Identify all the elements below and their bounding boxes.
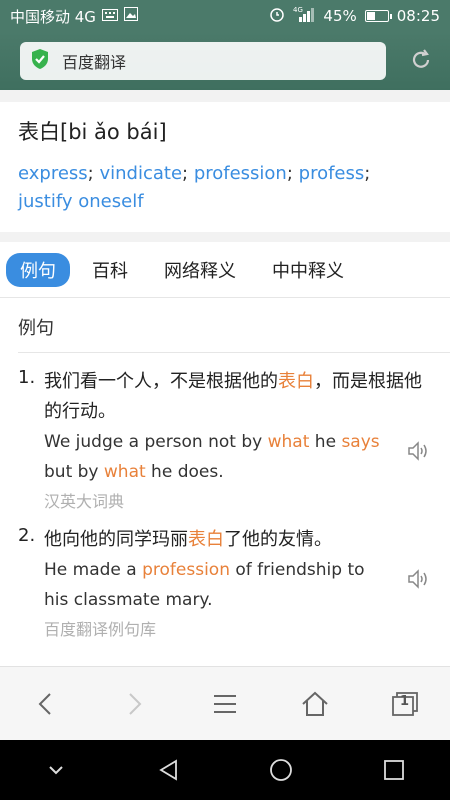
example-source: 汉英大词典 [44,492,125,511]
speaker-icon[interactable] [406,439,432,463]
tab-chinese-definitions[interactable]: 中中释义 [258,253,358,287]
system-back-icon[interactable] [149,750,189,790]
image-icon [123,7,138,25]
page-content: 表白[bi ǎo bái] express; vindicate; profes… [0,90,450,666]
speaker-icon[interactable] [406,567,432,591]
tabs-count: 1 [400,693,410,709]
example-english: We judge a person not by what he says bu… [44,432,380,482]
chevron-down-icon[interactable] [36,750,76,790]
tab-bar: 例句 百科 网络释义 中中释义 [0,242,450,298]
reload-icon[interactable] [408,48,434,74]
browser-bottom-bar: 1 [0,666,450,740]
definition-link[interactable]: justify oneself [18,191,144,212]
alarm-icon [269,6,285,26]
tab-encyclopedia[interactable]: 百科 [78,253,142,287]
example-item: 1. 我们看一个人，不是根据他的表白，而是根据他的行动。 We judge a … [0,367,450,517]
headword: 表白[bi ǎo bái] [18,120,167,144]
page-title: 百度翻译 [62,53,127,72]
carrier-label: 中国移动 4G [10,7,96,26]
clock: 08:25 [396,7,440,25]
tabs-button[interactable]: 1 [385,684,425,724]
tab-examples[interactable]: 例句 [6,252,70,287]
details-card: 例句 百科 网络释义 中中释义 例句 1. 我们看一个人，不是根据他的表白，而是… [0,242,450,666]
example-number: 1. [18,367,36,388]
network-label: 4G [293,6,303,14]
signal-icon: 4G [293,6,315,26]
forward-icon[interactable] [115,684,155,724]
example-source: 百度翻译例句库 [44,620,157,639]
menu-icon[interactable] [205,684,245,724]
example-number: 2. [18,525,36,546]
tab-web-definitions[interactable]: 网络释义 [150,253,250,287]
system-recents-icon[interactable] [374,750,414,790]
back-icon[interactable] [25,684,65,724]
definitions: express; vindicate; profession; profess;… [18,163,371,212]
battery-fill [366,12,376,20]
word-card: 表白[bi ǎo bái] express; vindicate; profes… [0,102,450,232]
section-title: 例句 [18,298,450,353]
definition-link[interactable]: express [18,163,88,184]
system-home-icon[interactable] [261,750,301,790]
definition-link[interactable]: profession [194,163,287,184]
battery-percent: 45% [323,7,357,25]
browser-toolbar: 百度翻译 [0,32,450,90]
example-chinese: 他向他的同学玛丽表白了他的友情。 [44,529,332,550]
home-icon[interactable] [295,684,335,724]
status-bar: 中国移动 4G 4G 45% 08:25 [0,0,450,32]
example-chinese: 我们看一个人，不是根据他的表白，而是根据他的行动。 [44,371,422,422]
definition-link[interactable]: vindicate [99,163,182,184]
address-bar[interactable]: 百度翻译 [20,42,386,80]
keyboard-icon [101,7,118,25]
example-english: He made a profession of friendship to hi… [44,560,365,610]
shield-check-icon [30,48,50,74]
battery-icon [364,10,392,22]
definition-link[interactable]: profess [299,163,365,184]
system-nav-bar [0,740,450,800]
example-item: 2. 他向他的同学玛丽表白了他的友情。 He made a profession… [0,525,450,645]
